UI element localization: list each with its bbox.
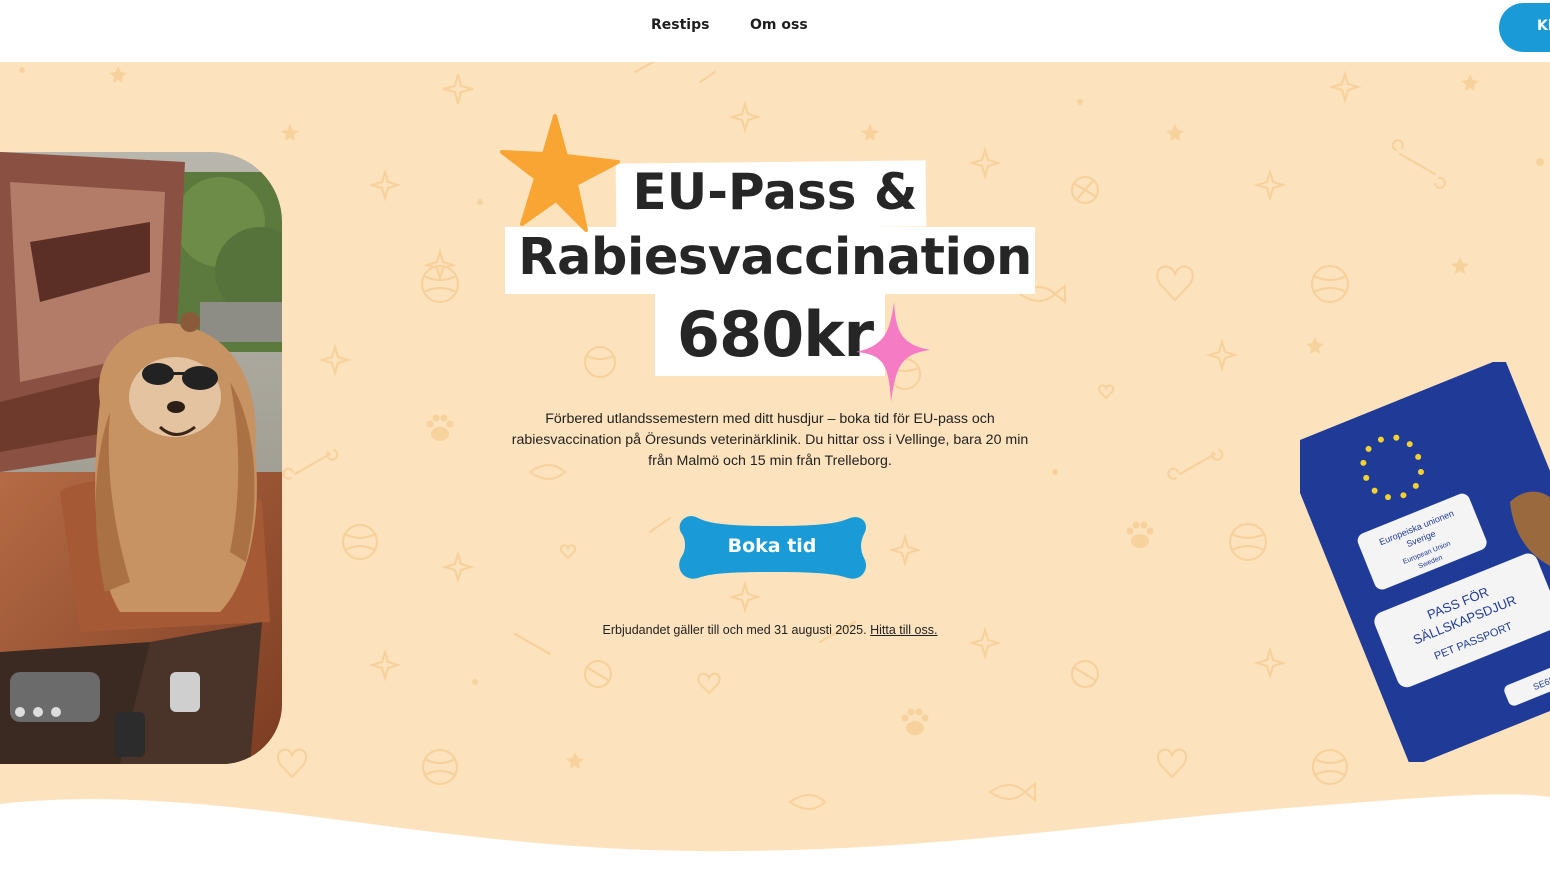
hero-price: 680kr <box>676 298 874 371</box>
nav-link-om-oss[interactable]: Om oss <box>750 17 808 33</box>
find-us-link[interactable]: Hitta till oss. <box>870 623 937 637</box>
hero-title-line2: Rabiesvaccination <box>518 228 1032 287</box>
offer-note: Erbjudandet gäller till och med 31 augus… <box>0 623 1540 637</box>
nav-cta-button[interactable]: Kl <box>1499 3 1550 52</box>
pink-sparkle-icon <box>856 302 930 402</box>
book-appointment-label: Boka tid <box>727 535 817 557</box>
hero-title-line1: EU-Pass & <box>632 163 918 221</box>
hero-section: Europeiska unionen Sverige European Unio… <box>0 62 1550 885</box>
offer-text: Erbjudandet gäller till och med 31 augus… <box>602 623 867 637</box>
book-appointment-button[interactable]: Boka tid <box>674 512 870 584</box>
nav-link-restips[interactable]: Restips <box>651 17 709 33</box>
top-navigation: Restips Om oss Kl <box>0 0 1550 62</box>
hero-title-block: EU-Pass & Rabiesvaccination 680kr <box>0 62 1550 885</box>
hero-description: Förbered utlandssemestern med ditt husdj… <box>511 411 1029 469</box>
